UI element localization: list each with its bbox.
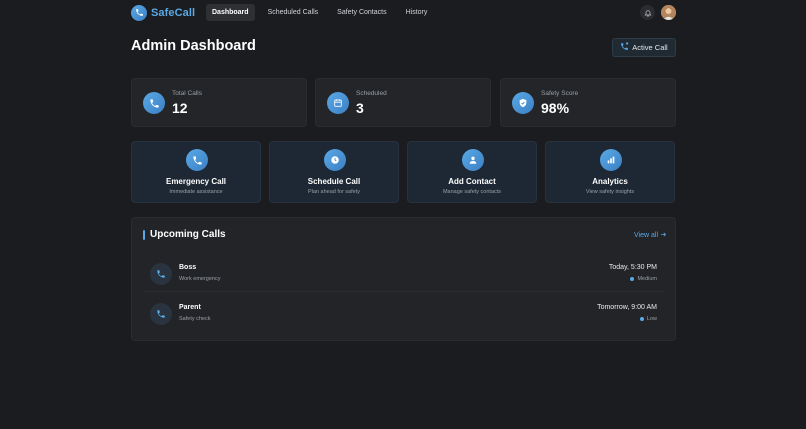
arrow-right-icon [660,231,667,240]
active-call-button[interactable]: Active Call [612,38,676,57]
phone-icon [186,149,208,171]
brand-logo[interactable]: SafeCall [131,4,195,21]
priority-dot [639,317,644,321]
stat-label: Scheduled [356,90,387,97]
top-navbar: SafeCall Dashboard Scheduled Calls Safet… [0,0,806,25]
list-item[interactable]: Boss Work emergency Today, 5:30 PM Mediu… [132,260,675,300]
stat-label: Safety Score [541,90,579,97]
call-note: Work emergency [179,276,221,282]
section-accent-bar [143,230,145,240]
stat-value: 12 [172,100,188,116]
shield-icon [512,92,534,114]
call-time: Tomorrow, 9:00 AM [597,304,657,311]
view-all-link[interactable]: View all [634,231,667,240]
call-name: Parent [179,304,201,311]
stat-value: 98% [541,100,570,116]
divider [143,291,664,292]
nav-item-dashboard[interactable]: Dashboard [206,4,255,21]
phone-icon [131,4,147,21]
action-title: Add Contact [448,177,496,186]
chart-icon [600,149,622,171]
stat-value: 3 [356,100,364,116]
list-item[interactable]: Parent Safety check Tomorrow, 9:00 AM Lo… [132,300,675,340]
analytics-card[interactable]: Analytics View safety insights [545,141,675,203]
nav-links: Dashboard Scheduled Calls Safety Contact… [206,4,433,21]
action-subtitle: Manage safety contacts [442,189,502,195]
call-name: Boss [179,264,197,271]
priority-label: Medium [637,276,657,282]
user-icon [462,149,484,171]
section-title: Upcoming Calls [150,229,226,240]
action-title: Analytics [592,177,628,186]
action-title: Schedule Call [307,177,361,186]
bell-icon[interactable] [640,5,655,20]
schedule-call-card[interactable]: Schedule Call Plan ahead for safety [269,141,399,203]
active-call-label: Active Call [632,43,668,52]
priority-badge: Low [639,316,657,322]
add-contact-card[interactable]: Add Contact Manage safety contacts [407,141,537,203]
user-avatar[interactable] [661,5,676,20]
stat-card-scheduled: Scheduled 3 [315,78,491,127]
upcoming-calls-panel: Upcoming Calls View all Boss Work emerge… [131,217,676,341]
priority-label: Low [646,316,657,322]
phone-icon [620,42,629,53]
action-subtitle: Plan ahead for safety [308,189,360,195]
action-subtitle: Immediate assistance [169,189,223,195]
stat-card-safety-score: Safety Score 98% [500,78,676,127]
nav-item-safety-contacts[interactable]: Safety Contacts [331,4,392,21]
call-note: Safety check [179,316,211,322]
stat-label: Total Calls [172,90,202,97]
view-all-label: View all [634,232,658,239]
action-title: Emergency Call [165,177,227,186]
page-title: Admin Dashboard [131,38,256,54]
nav-item-history[interactable]: History [400,4,434,21]
action-subtitle: View safety insights [585,189,635,195]
phone-icon [150,303,172,325]
nav-item-scheduled-calls[interactable]: Scheduled Calls [262,4,325,21]
priority-badge: Medium [630,276,657,282]
phone-icon [150,263,172,285]
clock-icon [324,149,346,171]
call-time: Today, 5:30 PM [608,264,657,271]
brand-name: SafeCall [151,6,196,19]
phone-icon [143,92,165,114]
priority-dot [630,277,635,281]
emergency-call-card[interactable]: Emergency Call Immediate assistance [131,141,261,203]
stat-card-total-calls: Total Calls 12 [131,78,307,127]
calendar-icon [327,92,349,114]
